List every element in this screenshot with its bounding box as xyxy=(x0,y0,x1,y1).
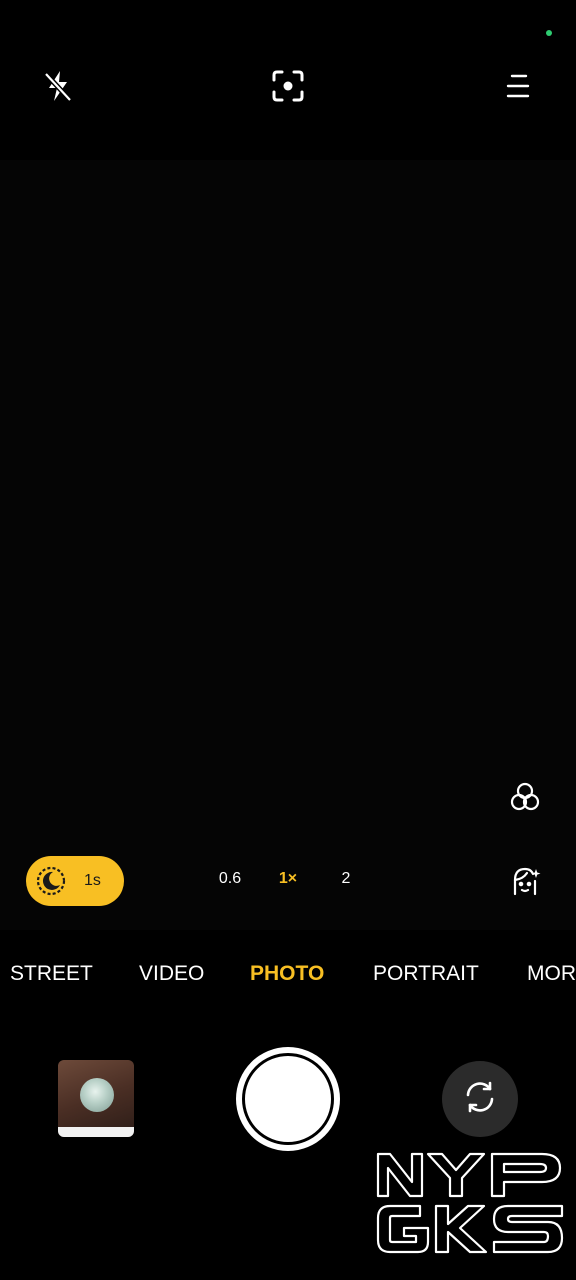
last-photo-thumbnail[interactable] xyxy=(58,1060,134,1137)
zoom-2x[interactable]: 2 xyxy=(326,870,366,888)
google-lens-icon[interactable] xyxy=(268,66,308,106)
beauty-face-icon[interactable] xyxy=(507,863,543,899)
nypgks-watermark-logo xyxy=(376,1152,564,1254)
zoom-0-6x[interactable]: 0.6 xyxy=(210,870,250,888)
flash-off-icon[interactable] xyxy=(38,66,78,106)
filters-icon[interactable] xyxy=(507,779,543,815)
mode-photo[interactable]: PHOTO xyxy=(250,962,324,986)
mode-portrait[interactable]: PORTRAIT xyxy=(373,962,479,986)
mode-video[interactable]: VIDEO xyxy=(139,962,204,986)
switch-camera-button[interactable] xyxy=(442,1061,518,1137)
camera-viewfinder[interactable] xyxy=(0,160,576,930)
switch-camera-icon xyxy=(462,1079,498,1120)
night-mode-button[interactable]: 1s xyxy=(26,856,124,906)
night-exposure-value: 1s xyxy=(84,872,101,889)
privacy-indicator-dot xyxy=(546,30,552,36)
camera-mode-selector[interactable]: STREET VIDEO PHOTO PORTRAIT MOR xyxy=(0,962,576,992)
night-mode-icon xyxy=(36,866,66,896)
mode-more[interactable]: MOR xyxy=(527,962,576,986)
thumbnail-coin-image xyxy=(80,1078,114,1112)
mode-street[interactable]: STREET xyxy=(10,962,93,986)
thumbnail-caption-strip xyxy=(58,1127,134,1137)
shutter-button[interactable] xyxy=(236,1047,340,1151)
zoom-1x[interactable]: 1× xyxy=(268,870,308,888)
menu-icon[interactable] xyxy=(498,66,538,106)
